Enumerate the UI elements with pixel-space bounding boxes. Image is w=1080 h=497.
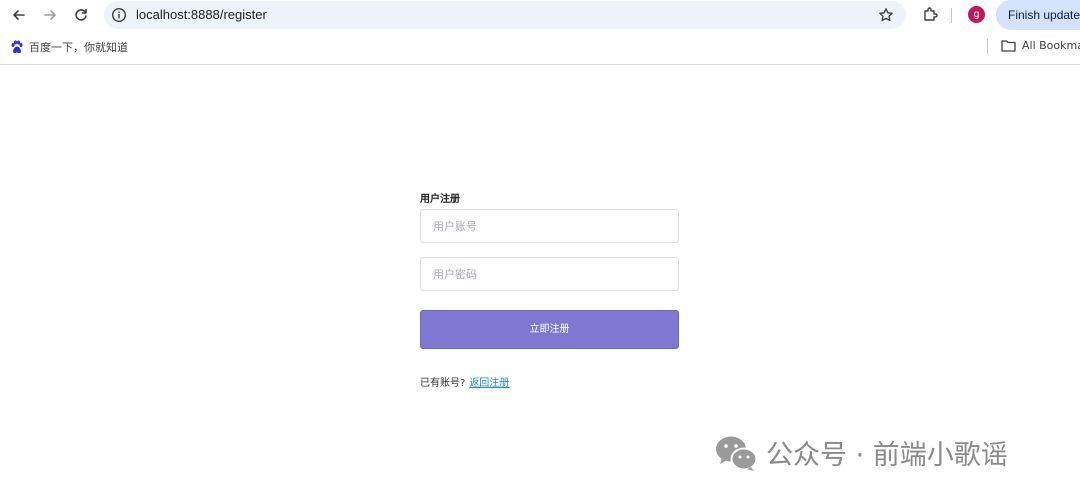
page-title: 用户注册: [420, 194, 460, 205]
finish-update-button[interactable]: Finish update: [996, 0, 1080, 30]
site-info-icon[interactable]: [111, 7, 127, 23]
username-input[interactable]: [420, 209, 679, 243]
wechat-icon: [716, 436, 758, 471]
baidu-paw-icon: [11, 40, 23, 54]
url-text: localhost:8888/register: [136, 7, 267, 22]
watermark: 公众号 · 前端小歌谣: [714, 433, 1008, 472]
bookmark-label: 百度一下，你就知道: [29, 41, 128, 54]
all-bookmarks-button[interactable]: All Bookmar: [1001, 39, 1080, 52]
reload-icon: [75, 8, 87, 21]
all-bookmarks-label: All Bookmar: [1022, 39, 1080, 52]
folder-icon: [1001, 40, 1016, 52]
bookmarks-bar: 百度一下，你就知道 All Bookmar: [0, 30, 1080, 65]
bookmark-star-icon[interactable]: [878, 7, 894, 23]
profile-avatar[interactable]: g: [968, 6, 985, 23]
reload-button[interactable]: [69, 3, 93, 27]
password-input[interactable]: [420, 257, 679, 291]
address-bar[interactable]: localhost:8888/register: [104, 1, 906, 29]
forward-button[interactable]: [38, 3, 62, 27]
register-button[interactable]: 立即注册: [420, 310, 679, 349]
bookmark-baidu[interactable]: 百度一下，你就知道: [10, 39, 128, 55]
extensions-icon[interactable]: [922, 6, 939, 23]
arrow-right-icon: [44, 10, 56, 20]
bookmarks-divider: [987, 39, 988, 54]
arrow-left-icon: [13, 10, 25, 20]
watermark-text: 公众号 · 前端小歌谣: [766, 440, 1008, 471]
login-prompt: 已有账号? 返回注册: [420, 374, 509, 389]
back-button[interactable]: [7, 3, 31, 27]
has-account-text: 已有账号?: [420, 378, 466, 389]
browser-toolbar: localhost:8888/register g Finish update: [0, 0, 1080, 30]
toolbar-divider: [951, 8, 952, 23]
back-link[interactable]: 返回注册: [469, 378, 509, 389]
